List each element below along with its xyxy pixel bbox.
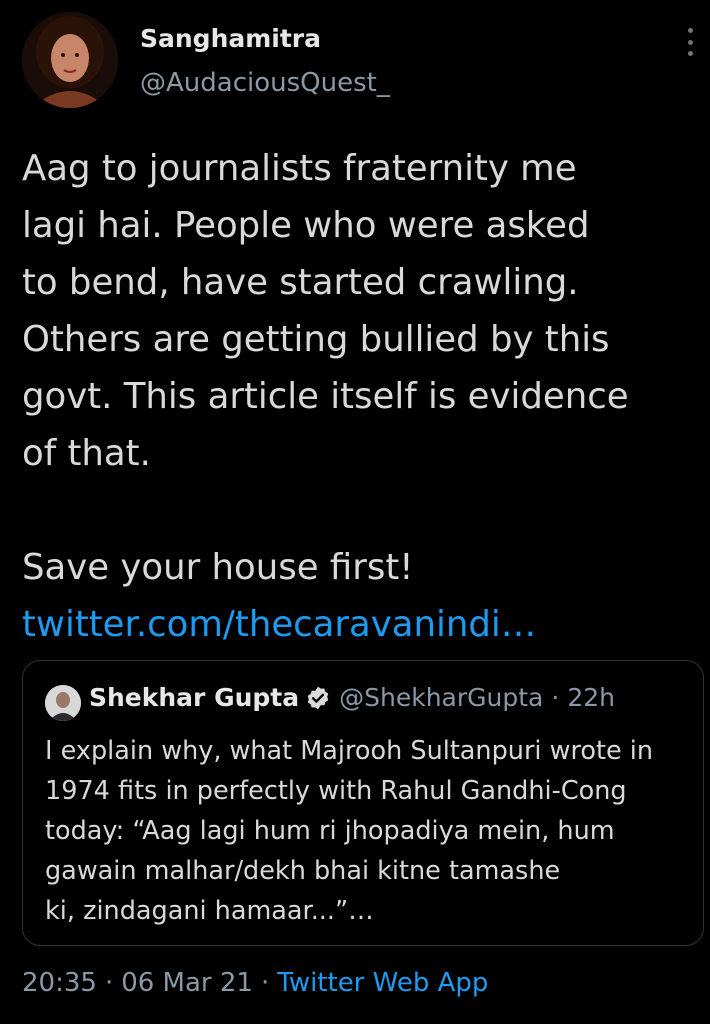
tweet-source[interactable]: Twitter Web App [277, 968, 488, 998]
tweet-time[interactable]: 20:35 [22, 968, 97, 998]
quoted-profile-photo-icon [45, 685, 81, 721]
quoted-line: I explain why, what Majrooh Sultanpuri w… [45, 736, 654, 766]
author-handle[interactable]: @AudaciousQuest_ [140, 68, 390, 98]
quoted-line: 1974 fits in perfectly with Rahul Gandhi… [45, 776, 627, 806]
author-avatar[interactable] [22, 12, 118, 108]
quoted-text: I explain why, what Majrooh Sultanpuri w… [45, 731, 695, 931]
tweet-line: lagi hai. People who were asked [22, 205, 590, 246]
more-dot [687, 28, 693, 33]
footer-separator: · [104, 968, 114, 998]
tweet-footer: 20:35 · 06 Mar 21 · Twitter Web App [22, 968, 488, 998]
more-dot [687, 39, 693, 45]
quoted-author-avatar[interactable] [45, 685, 81, 721]
quoted-line: gawain malhar/dekh bhai kitne tamashe [45, 856, 561, 886]
tweet-date[interactable]: 06 Mar 21 [121, 968, 253, 998]
quoted-header: Shekhar Gupta @ShekharGupta · 22h [89, 683, 615, 712]
tweet-text: Aag to journalists fraternity me lagi ha… [22, 140, 702, 653]
quoted-separator: · [551, 683, 560, 712]
profile-photo-icon [22, 12, 118, 108]
quoted-time[interactable]: 22h [567, 683, 615, 712]
more-dot [687, 51, 693, 56]
author-display-name[interactable]: Sanghamitra [140, 24, 321, 53]
footer-separator: · [260, 968, 270, 998]
verified-badge-icon [305, 685, 331, 711]
quoted-handle[interactable]: @ShekharGupta [339, 683, 543, 712]
tweet-line: to bend, have started crawling. [22, 262, 579, 303]
tweet-line: of that. [22, 433, 151, 474]
tweet-line: Aag to journalists fraternity me [22, 148, 577, 189]
tweet-link[interactable]: twitter.com/thecaravanindi… [22, 596, 702, 653]
quoted-line: today: “Aag lagi hum ri jhopadiya mein, … [45, 816, 615, 846]
quoted-display-name[interactable]: Shekhar Gupta [89, 683, 299, 712]
tweet-line: govt. This article itself is evidence [22, 376, 629, 417]
quoted-line: ki, zindagani hamaar...”… [45, 896, 374, 926]
more-options-icon[interactable] [680, 28, 700, 56]
tweet-closing: Save your house first! [22, 547, 414, 588]
quoted-tweet-card[interactable]: Shekhar Gupta @ShekharGupta · 22h I expl… [22, 660, 704, 946]
tweet-line: Others are getting bullied by this [22, 319, 610, 360]
